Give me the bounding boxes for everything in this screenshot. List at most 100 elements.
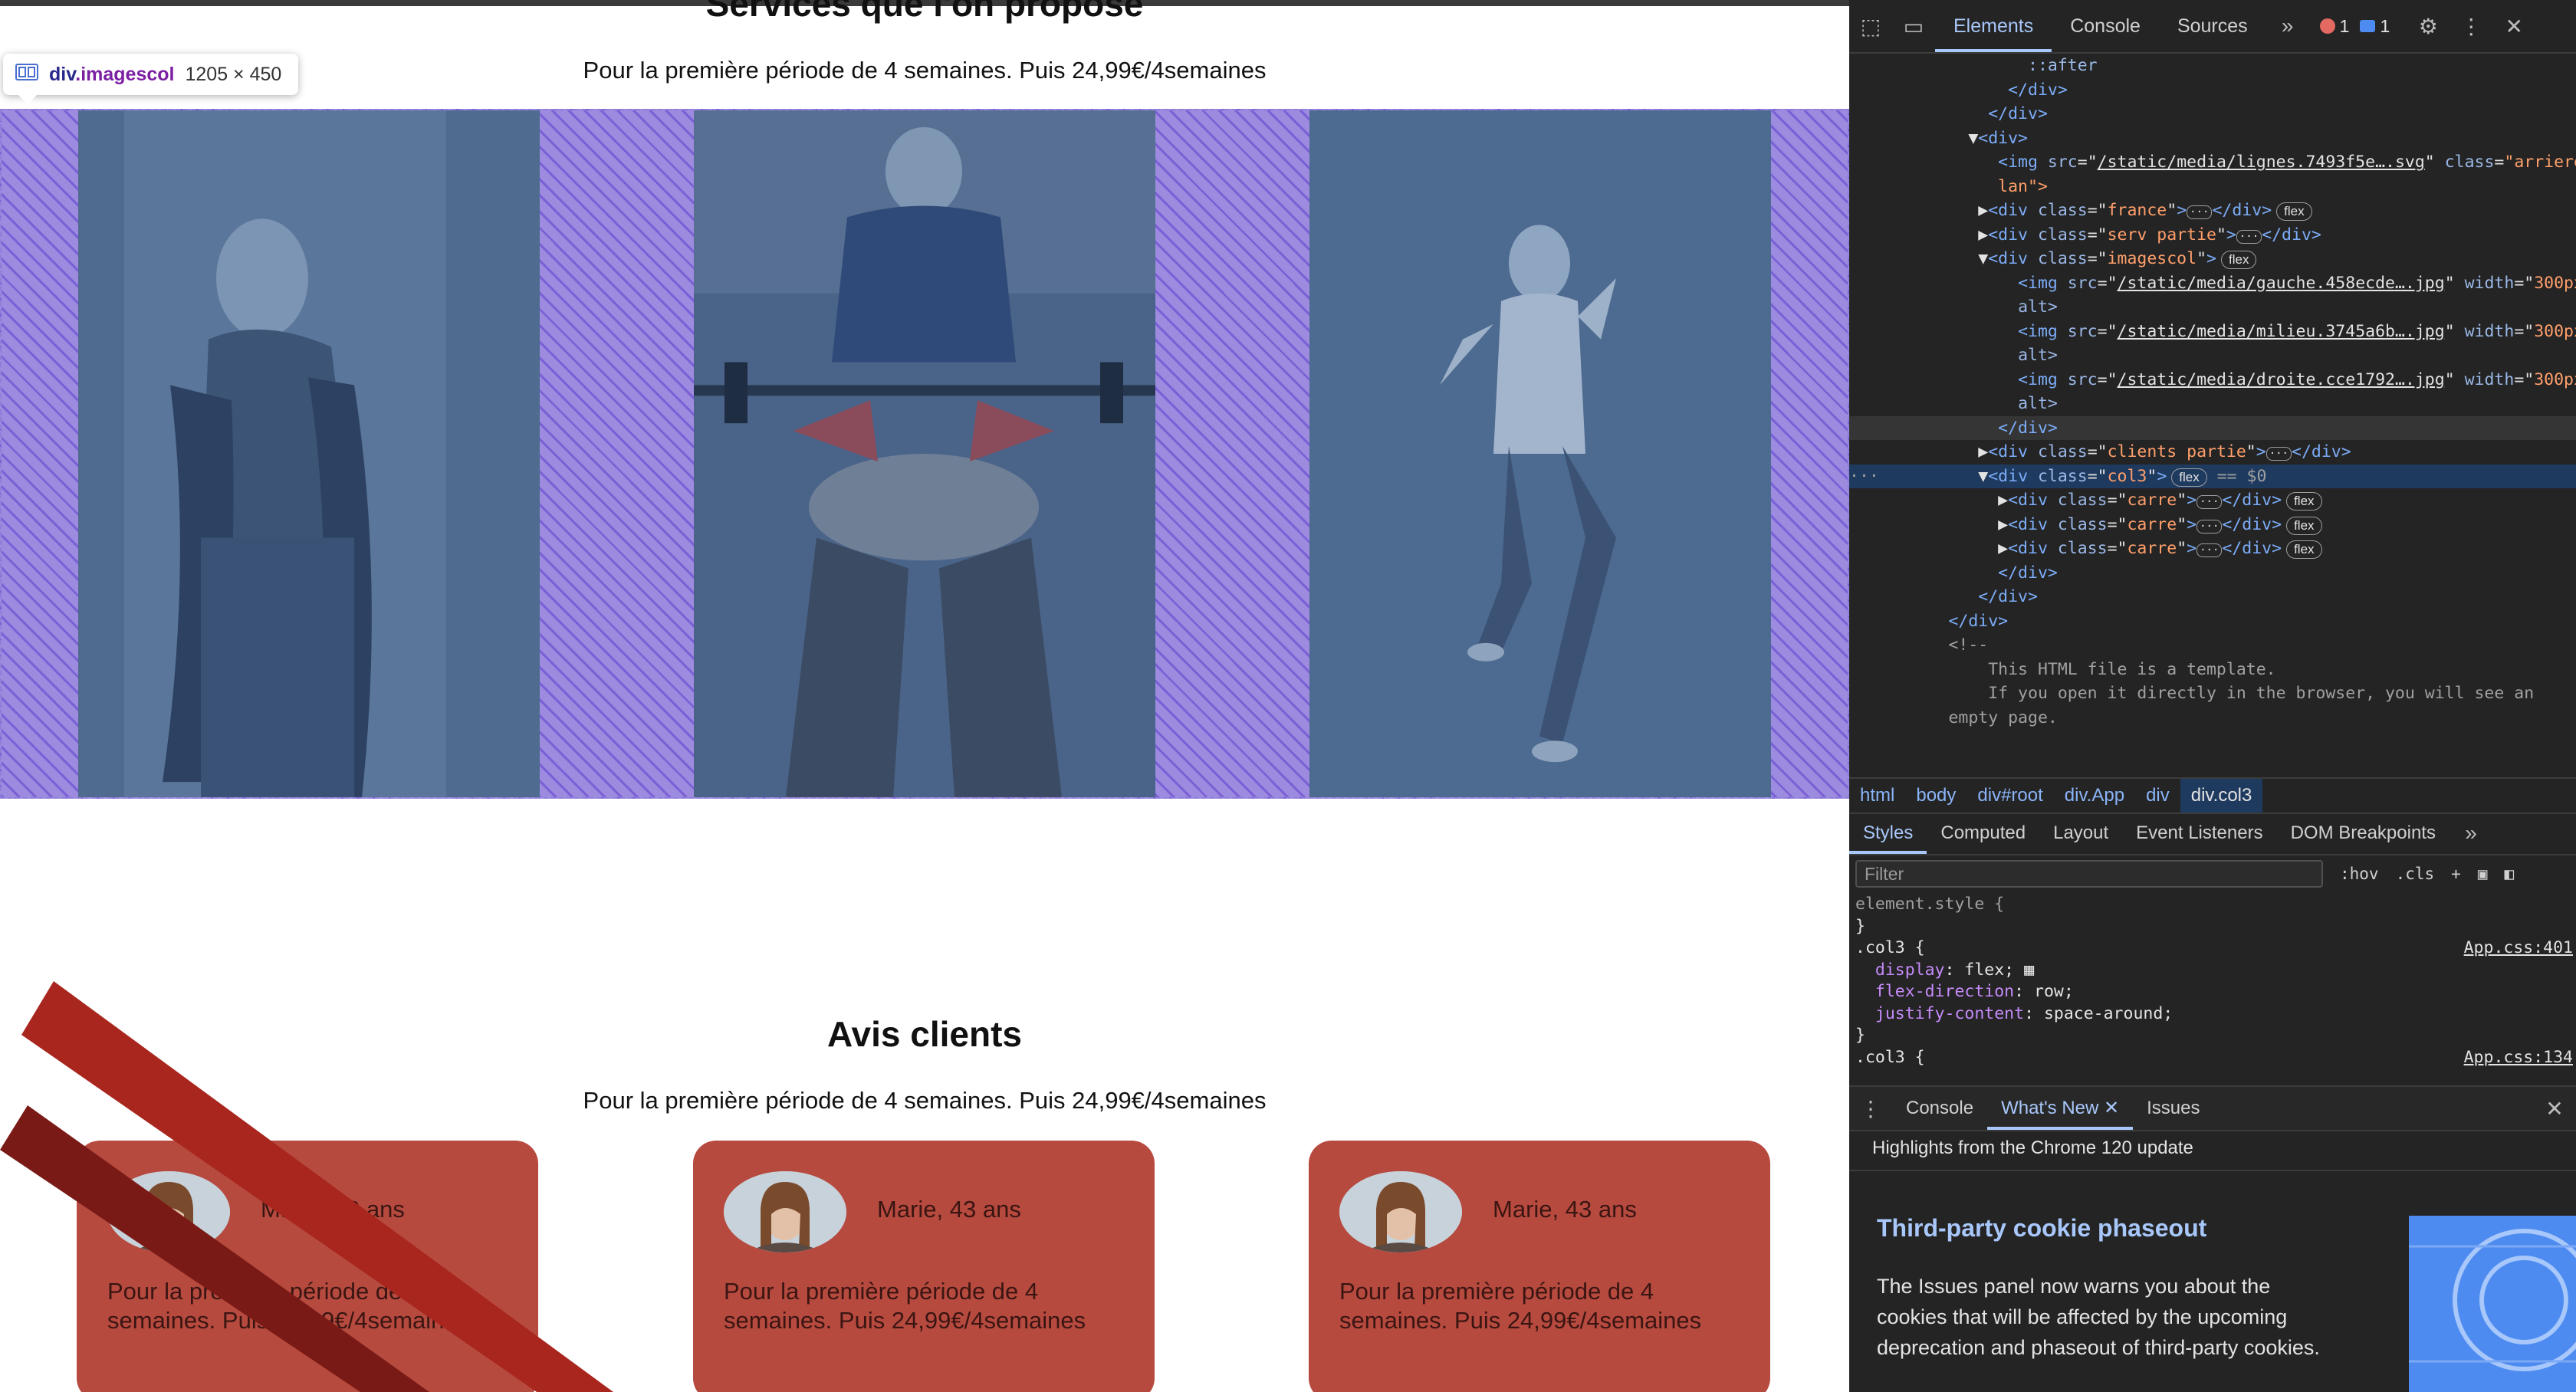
reviews-title: Avis clients xyxy=(827,1014,1022,1054)
more-tabs-icon[interactable]: » xyxy=(2266,14,2309,38)
drawer-tabs: ⋮ Console What's New ✕ Issues ✕ xyxy=(1849,1085,2576,1131)
drawer-menu-icon[interactable]: ⋮ xyxy=(1849,1096,1892,1121)
crumb-app[interactable]: div.App xyxy=(2054,785,2135,806)
avatar xyxy=(724,1171,846,1252)
dom-line[interactable]: </div> xyxy=(1849,609,2576,634)
review-card: Marie, 43 ans Pour la première période d… xyxy=(77,1141,538,1392)
message-badge[interactable]: 1 xyxy=(2360,16,2390,37)
dom-line[interactable]: ::after xyxy=(1849,54,2576,78)
more-tabs-icon[interactable]: » xyxy=(2450,821,2492,845)
new-rule-icon[interactable]: + xyxy=(2451,865,2461,883)
dom-line-selected[interactable]: ··· ▼<div class="col3"> flex == $0 xyxy=(1849,464,2576,488)
tab-layout[interactable]: Layout xyxy=(2039,813,2122,854)
tab-dom-breakpoints[interactable]: DOM Breakpoints xyxy=(2277,813,2450,854)
dom-line[interactable]: ▶<div class="carre"> ··· </div> flex xyxy=(1849,513,2576,537)
web-page: Services que l'on propose Pour la premiè… xyxy=(0,0,1849,1392)
dom-line[interactable]: alt> xyxy=(1849,295,2576,320)
dom-line[interactable]: <img src="/static/media/droite.cce1792….… xyxy=(1849,368,2576,392)
crumb-div[interactable]: div xyxy=(2135,785,2180,806)
device-toolbar-icon[interactable]: ▭ xyxy=(1892,14,1935,39)
tab-computed[interactable]: Computed xyxy=(1927,813,2039,854)
css-property[interactable]: justify-content: space-around; xyxy=(1849,1003,2576,1026)
dom-line[interactable]: empty page. xyxy=(1849,706,2576,730)
drawer-tab-whats-new[interactable]: What's New ✕ xyxy=(1987,1087,2134,1130)
hov-toggle[interactable]: :hov xyxy=(2340,865,2379,883)
dom-line[interactable]: </div> xyxy=(1849,561,2576,586)
dom-line[interactable]: ▶<div class="france"> ··· </div> flex xyxy=(1849,199,2576,223)
inspect-element-icon[interactable]: ⬚ xyxy=(1849,14,1892,39)
element-inspect-tooltip: div.imagescol 1205 × 450 xyxy=(3,54,299,104)
styles-filter-row: Filter :hov .cls + ▣ ◧ xyxy=(1849,855,2576,892)
kebab-menu-icon[interactable]: ⋮ xyxy=(2450,14,2492,39)
message-icon xyxy=(2360,20,2376,32)
tooltip-tag: div xyxy=(49,63,76,85)
close-drawer-icon[interactable]: ✕ xyxy=(2533,1096,2576,1121)
rule-source-link[interactable]: App.css:401 xyxy=(2464,937,2573,960)
drawer-tab-console[interactable]: Console xyxy=(1892,1087,1987,1130)
close-icon[interactable]: ✕ xyxy=(2104,1098,2119,1118)
tooltip-size: 1205 × 450 xyxy=(185,63,282,85)
crumb-html[interactable]: html xyxy=(1849,785,1905,806)
dom-line[interactable]: lan"> xyxy=(1849,175,2576,199)
error-badge[interactable]: 1 xyxy=(2319,15,2350,37)
cls-toggle[interactable]: .cls xyxy=(2396,865,2435,883)
flex-editor-icon[interactable]: ▦ xyxy=(2024,960,2034,980)
paint-brush-icon[interactable]: ▣ xyxy=(2478,865,2488,883)
dom-line[interactable]: </div> xyxy=(1849,78,2576,103)
dom-line[interactable]: </div> xyxy=(1849,415,2576,440)
dom-line[interactable]: alt> xyxy=(1849,392,2576,416)
tab-styles[interactable]: Styles xyxy=(1849,813,1927,854)
css-property[interactable]: flex-direction: row; xyxy=(1849,981,2576,1003)
rule-source-link[interactable]: App.css:134 xyxy=(2464,1047,2573,1069)
reviewer-name: Marie, 43 ans xyxy=(261,1196,405,1223)
drawer-tab-issues[interactable]: Issues xyxy=(2133,1087,2213,1130)
dom-tree: ::after </div> </div> ▼<div> <img src="/… xyxy=(1849,54,2576,780)
crumb-root[interactable]: div#root xyxy=(1967,785,2053,806)
dom-line[interactable]: alt> xyxy=(1849,343,2576,368)
error-icon xyxy=(2319,18,2335,34)
styles-tabs: Styles Computed Layout Event Listeners D… xyxy=(1849,813,2576,855)
review-text: Pour la première période de 4 semaines. … xyxy=(107,1278,470,1334)
review-text: Pour la première période de 4 semaines. … xyxy=(724,1278,1086,1334)
styles-filter-input[interactable]: Filter xyxy=(1855,860,2323,888)
tab-event-listeners[interactable]: Event Listeners xyxy=(2122,813,2276,854)
crumb-body[interactable]: body xyxy=(1905,785,1967,806)
dom-line[interactable]: </div> xyxy=(1849,585,2576,609)
rule-close: } xyxy=(1855,1026,1865,1045)
element-style-rule: element.style { xyxy=(1855,895,2005,914)
dom-line[interactable]: If you open it directly in the browser, … xyxy=(1849,681,2576,706)
dom-line[interactable]: <img src="/static/media/milieu.3745a6b….… xyxy=(1849,320,2576,344)
dom-line[interactable]: ▶<div class="serv partie"> ··· </div> xyxy=(1849,223,2576,248)
whats-new-heading: Highlights from the Chrome 120 update xyxy=(1872,1138,2193,1158)
close-icon[interactable]: ✕ xyxy=(2492,14,2535,39)
dom-line[interactable]: </div> xyxy=(1849,102,2576,126)
col3-rule-selector: .col3 {App.css:401 xyxy=(1849,937,2576,960)
crumb-col3[interactable]: div.col3 xyxy=(2180,779,2263,813)
css-property[interactable]: display: flex; ▦ xyxy=(1849,960,2576,982)
dom-line[interactable]: ▼<div> xyxy=(1849,126,2576,151)
review-text: Pour la première période de 4 semaines. … xyxy=(1339,1278,1702,1334)
breadcrumb: html body div#root div.App div div.col3 xyxy=(1849,777,2576,814)
tab-console[interactable]: Console xyxy=(2052,0,2159,52)
dom-line[interactable]: ▶<div class="carre"> ··· </div> flex xyxy=(1849,488,2576,513)
reviews-subtitle: Pour la première période de 4 semaines. … xyxy=(583,1087,1267,1114)
tab-sources[interactable]: Sources xyxy=(2159,0,2266,52)
settings-gear-icon[interactable]: ⚙ xyxy=(2407,14,2450,39)
imagescol-container xyxy=(0,109,1849,799)
dom-line[interactable]: ▶<div class="clients partie"> ··· </div> xyxy=(1849,440,2576,465)
tab-elements[interactable]: Elements xyxy=(1935,0,2052,52)
dom-line[interactable]: ▶<div class="carre"> ··· </div> flex xyxy=(1849,537,2576,561)
error-count: 1 xyxy=(2339,15,2350,36)
next-rule-selector: .col3 {App.css:134 xyxy=(1849,1047,2576,1069)
devtools-toolbar: ⬚ ▭ Elements Console Sources » 1 1 ⚙ ⋮ ✕ xyxy=(1849,0,2576,54)
flex-container-icon xyxy=(15,63,38,86)
dom-line[interactable]: <img src="/static/media/lignes.7493f5e….… xyxy=(1849,150,2576,175)
dom-line[interactable]: ▼<div class="imagescol"> flex xyxy=(1849,247,2576,271)
services-title: Services que l'on propose xyxy=(705,0,1144,24)
dom-line[interactable]: <img src="/static/media/gauche.458ecde….… xyxy=(1849,271,2576,296)
review-card: Marie, 43 ans Pour la première période d… xyxy=(1309,1141,1770,1392)
sidebar-toggle-icon[interactable]: ◧ xyxy=(2504,865,2514,883)
dom-line[interactable]: <!-- xyxy=(1849,633,2576,658)
whats-new-title[interactable]: Third-party cookie phaseout xyxy=(1877,1214,2206,1243)
dom-line[interactable]: This HTML file is a template. xyxy=(1849,658,2576,682)
